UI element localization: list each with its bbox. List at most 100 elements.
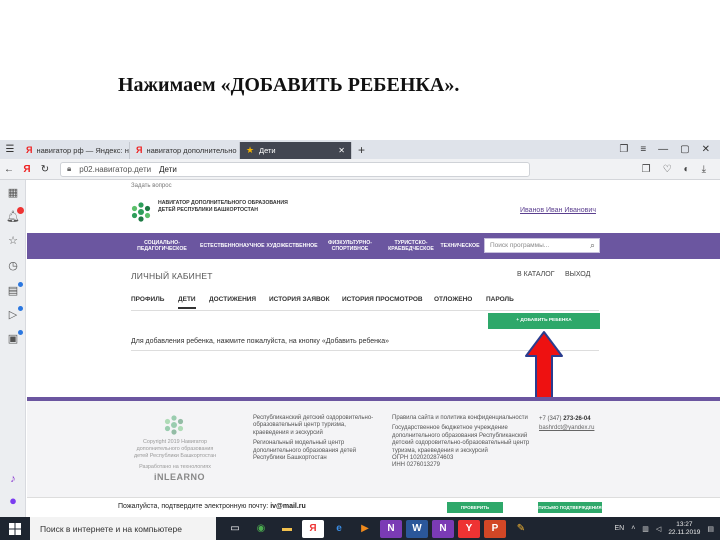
- tab-navigator[interactable]: Я навигатор дополнительно: [130, 142, 240, 159]
- confirm-message: Пожалуйста, подтвердите электронную почт…: [118, 503, 306, 510]
- program-search-input[interactable]: Поиск программы... ⌕: [484, 238, 600, 253]
- footer-organization: Государственное бюджетное учреждение доп…: [392, 425, 530, 454]
- tab-label: Дети: [259, 146, 276, 155]
- favorites-icon[interactable]: ☆: [6, 234, 20, 248]
- reload-icon[interactable]: ↻: [36, 164, 54, 175]
- address-bar: ← Я ↻ 🔒︎ p02.навигатор.дети Дети ❐ ♡ ◐ ⤓: [0, 159, 720, 180]
- explorer-icon[interactable]: ▬: [276, 520, 298, 538]
- windows-start-button[interactable]: [0, 517, 30, 540]
- url-domain: p02.навигатор.дети: [79, 164, 152, 174]
- new-tab-button[interactable]: +: [352, 143, 371, 157]
- history-icon[interactable]: ◷: [6, 259, 20, 273]
- tab-children[interactable]: ДЕТИ: [178, 296, 196, 309]
- restore-icon[interactable]: ▢: [680, 144, 689, 155]
- add-child-button[interactable]: + ДОБАВИТЬ РЕБЕНКА: [488, 313, 600, 329]
- alice-icon[interactable]: ●: [6, 494, 20, 508]
- footer-ogrn: ОГРН 1020202874603: [392, 455, 454, 462]
- taskbar-search-input[interactable]: Поиск в интернете и на компьютере: [30, 517, 216, 540]
- media-icon[interactable]: ▶: [354, 520, 376, 538]
- privacy-policy-link[interactable]: Правила сайта и политика конфиденциально…: [392, 415, 532, 422]
- tab-postponed[interactable]: ОТЛОЖЕНО: [434, 296, 472, 303]
- language-indicator[interactable]: EN: [614, 525, 624, 532]
- onenote-2-icon[interactable]: N: [432, 519, 454, 538]
- onenote-icon[interactable]: N: [380, 519, 402, 538]
- yandex-icon[interactable]: Y: [458, 519, 480, 538]
- system-tray: EN ˄ ▥ ◁ 13:27 22.11.2019 ▤: [614, 521, 720, 537]
- exit-link[interactable]: ВЫХОД: [565, 271, 590, 278]
- tab-label: навигатор рф — Яндекс: на: [36, 146, 130, 155]
- notification-badge: [17, 207, 24, 214]
- minimize-icon[interactable]: —: [658, 144, 668, 155]
- edge-icon[interactable]: e: [328, 520, 350, 538]
- volume-icon[interactable]: ◁: [656, 525, 661, 533]
- protect-icon[interactable]: ◐: [684, 164, 690, 175]
- paint-icon[interactable]: ✎: [510, 520, 532, 538]
- user-name-link[interactable]: Иванов Иван Иванович: [520, 207, 596, 214]
- play-icon[interactable]: ▷: [6, 306, 23, 322]
- tab-application-history[interactable]: ИСТОРИЯ ЗАЯВОК: [269, 296, 330, 303]
- url-page-title: Дети: [159, 164, 177, 174]
- chevron-up-icon[interactable]: ˄: [631, 525, 635, 532]
- windows-logo-icon: [9, 522, 21, 535]
- footer-model-center-link[interactable]: Региональный модельный центр дополнитель…: [253, 440, 383, 462]
- back-icon[interactable]: ←: [0, 164, 18, 175]
- tab-yandex-search[interactable]: Я навигатор рф — Яндекс: на: [20, 142, 130, 159]
- task-view-icon[interactable]: ▭: [224, 520, 246, 538]
- menu-item-sport[interactable]: ФИЗКУЛЬТУРНО-СПОРТИВНОЕ: [323, 240, 377, 252]
- chrome-icon[interactable]: ◉: [250, 520, 272, 538]
- browser-sidebar: ▦ 🔔︎ ☆ ◷ ▤ ▷ ▣ ♪ ●: [0, 180, 26, 517]
- taskbar-apps: ▭ ◉ ▬ Я e ▶ N W N Y P ✎: [224, 519, 532, 538]
- copy-icon[interactable]: ❐: [642, 164, 651, 175]
- tab-achievements[interactable]: ДОСТИЖЕНИЯ: [209, 296, 256, 303]
- notifications-icon[interactable]: ▤: [707, 525, 714, 533]
- catalog-link[interactable]: В КАТАЛОГ: [517, 271, 555, 278]
- indicator-dot: [18, 282, 23, 287]
- close-icon[interactable]: ✕: [702, 144, 710, 155]
- tab-label: навигатор дополнительно: [146, 146, 237, 155]
- contact-email-link[interactable]: bashrdct@yandex.ru: [539, 424, 594, 433]
- tab-view-history[interactable]: ИСТОРИЯ ПРОСМОТРОВ: [342, 296, 423, 303]
- address-bar-actions: ❐ ♡ ◐ ⤓: [642, 164, 720, 175]
- resend-confirmation-button[interactable]: ПИСЬМО ПОДТВЕРЖДЕНИЯ: [538, 502, 602, 513]
- menu-item-science[interactable]: ЕСТЕСТВЕННОНАУЧНОЕ: [200, 243, 265, 249]
- powerpoint-icon[interactable]: P: [484, 519, 506, 538]
- menu-item-tourism[interactable]: ТУРИСТСКО-КРАЕВЕДЧЕСКОЕ: [381, 240, 441, 252]
- menu-item-technical[interactable]: ТЕХНИЧЕСКОЕ: [440, 243, 480, 249]
- apps-icon[interactable]: ▦: [6, 186, 20, 200]
- menu-icon[interactable]: ≡: [640, 144, 646, 155]
- slide-title: Нажимаем «ДОБАВИТЬ РЕБЕНКА».: [118, 74, 460, 96]
- yandex-browser-icon[interactable]: Я: [302, 519, 324, 538]
- search-icon[interactable]: ⌕: [590, 240, 595, 251]
- indicator-dot: [18, 330, 23, 335]
- menu-item-social[interactable]: СОЦИАЛЬНО-ПЕДАГОГИЧЕСКОЕ: [131, 240, 193, 252]
- footer-developer: Разработано на технологиях: [139, 464, 211, 470]
- yandex-icon[interactable]: Я: [18, 164, 36, 175]
- network-icon[interactable]: ▥: [642, 525, 649, 533]
- tabs-icon[interactable]: ❐: [619, 144, 628, 155]
- footer-column-2: Правила сайта и политика конфиденциально…: [392, 415, 532, 470]
- clock[interactable]: 13:27 22.11.2019: [668, 521, 700, 537]
- confirm-text: Пожалуйста, подтвердите электронную почт…: [118, 503, 269, 510]
- indicator-dot: [18, 306, 23, 311]
- calendar-icon[interactable]: ▤: [6, 282, 23, 298]
- footer-center-link[interactable]: Республиканский детский оздоровительно-о…: [253, 415, 383, 437]
- check-inbox-button[interactable]: ПРОВЕРИТЬ ВХОДЯЩИЕ: [447, 502, 503, 521]
- documents-icon[interactable]: ▣: [6, 330, 23, 346]
- star-icon: ★: [246, 145, 255, 155]
- close-icon[interactable]: ✕: [338, 146, 345, 155]
- bookmark-icon[interactable]: ♡: [663, 164, 672, 175]
- url-field[interactable]: 🔒︎ p02.навигатор.дети Дети: [60, 161, 530, 177]
- search-placeholder: Поиск программы...: [490, 242, 550, 249]
- downloads-icon[interactable]: ⤓: [702, 164, 706, 175]
- tab-password[interactable]: ПАРОЛЬ: [486, 296, 514, 303]
- music-icon[interactable]: ♪: [6, 472, 20, 486]
- notifications-icon[interactable]: 🔔︎: [6, 207, 24, 224]
- tab-profile[interactable]: ПРОФИЛЬ: [131, 296, 164, 303]
- tab-children[interactable]: ★ Дети ✕: [240, 142, 352, 159]
- menu-icon[interactable]: ☰: [0, 140, 20, 159]
- menu-item-art[interactable]: ХУДОЖЕСТВЕННОЕ: [264, 243, 320, 249]
- inlearno-logo: iNLEARNO: [154, 472, 205, 482]
- ask-question-link[interactable]: Задать вопрос: [131, 183, 172, 189]
- navigator-logo: [131, 202, 151, 222]
- word-icon[interactable]: W: [406, 519, 428, 538]
